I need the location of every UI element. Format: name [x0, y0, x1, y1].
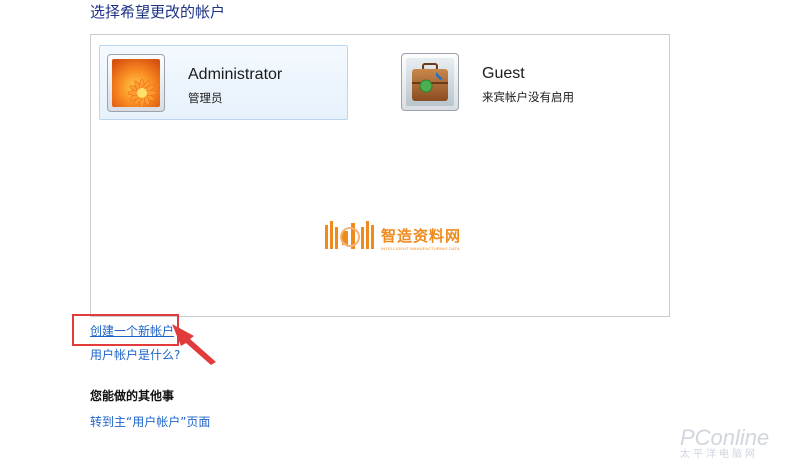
- logo-text: 智造资料网: [381, 227, 462, 245]
- avatar: [107, 54, 165, 112]
- avatar: [401, 53, 459, 111]
- control-panel-page: 选择希望更改的帐户 Administrator 管理员 Guest 来宾帐户没有…: [0, 0, 786, 473]
- what-is-user-account-link[interactable]: 用户帐户是什么?: [90, 346, 180, 363]
- account-tile-administrator[interactable]: Administrator 管理员: [99, 45, 348, 120]
- account-tile-guest[interactable]: Guest 来宾帐户没有启用: [394, 45, 643, 120]
- logo-subtext: INTELLIGENT MANUFACTURING DATA: [381, 246, 460, 251]
- goto-user-accounts-link[interactable]: 转到主“用户帐户”页面: [90, 413, 210, 430]
- page-title: 选择希望更改的帐户: [90, 3, 226, 21]
- site-logo-watermark: 智造资料网 INTELLIGENT MANUFACTURING DATA: [323, 215, 473, 255]
- other-tasks-heading: 您能做的其他事: [90, 389, 175, 403]
- pconline-watermark: PConline 太平洋电脑网: [680, 425, 780, 465]
- watermark-sub-text: 太平洋电脑网: [680, 449, 758, 460]
- account-name: Administrator: [188, 66, 283, 83]
- accounts-panel: Administrator 管理员 Guest 来宾帐户没有启用 智造资料网 I…: [90, 34, 670, 317]
- account-name: Guest: [482, 65, 525, 82]
- orange-flower-avatar-icon: [112, 59, 160, 107]
- briefcase-avatar-icon: [406, 58, 454, 106]
- books-logo-icon: [325, 221, 374, 249]
- account-type: 管理员: [188, 91, 223, 105]
- annotation-highlight-box: [72, 314, 179, 346]
- account-type: 来宾帐户没有启用: [482, 90, 574, 104]
